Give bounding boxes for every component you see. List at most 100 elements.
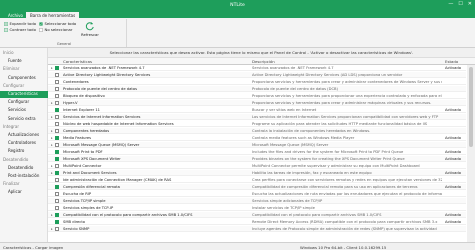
table-row[interactable]: SMB directo Remote Direct Memory Access (… [48, 219, 466, 226]
checkbox-icon[interactable] [55, 185, 59, 189]
feature-description: Includes the files and drivers for the s… [252, 149, 404, 154]
checkbox-icon[interactable] [55, 157, 59, 161]
sidebar-item[interactable]: Registro [0, 148, 48, 155]
expand-arrow-icon[interactable]: ▸ [51, 101, 53, 105]
sidebar-item[interactable]: Controladores [0, 140, 48, 147]
feature-name: Compatibilidad con el protocolo para com… [63, 212, 193, 217]
checkbox-icon[interactable] [55, 220, 59, 224]
sidebar-item[interactable]: Post-instalación [0, 173, 48, 180]
checkbox-icon[interactable] [55, 164, 59, 168]
table-row[interactable]: Núcleo de web hospedable de Internet Inf… [48, 121, 466, 128]
collapse-all-button[interactable]: Contraer todo [4, 27, 36, 32]
checkbox-icon[interactable] [55, 192, 59, 196]
table-row[interactable]: ▸ Hyper-V Proporciona servicios y herramie… [48, 100, 466, 107]
checkbox-icon[interactable] [55, 136, 59, 140]
select-none-button[interactable]: No seleccionar [39, 27, 72, 32]
expand-arrow-icon[interactable]: ▸ [51, 115, 53, 119]
checkbox-icon[interactable] [55, 227, 59, 231]
feature-description: Controla la instalación de componentes h… [252, 128, 371, 133]
table-row[interactable]: Servicios TCP/IP simple Servicios simple … [48, 198, 466, 205]
table-row[interactable]: ▸ Print and Document Services Habilita las… [48, 170, 466, 177]
expand-arrow-icon[interactable]: ▸ [51, 164, 53, 168]
checkbox-icon[interactable] [55, 108, 59, 112]
checkbox-icon[interactable] [55, 199, 59, 203]
sidebar-item[interactable]: Servicio extra [0, 116, 48, 123]
table-row[interactable]: Microsoft XPS Document Writer Provides bi… [48, 156, 466, 163]
sidebar-item[interactable]: Fuente [0, 58, 48, 65]
table-row[interactable]: ▸ MultiPoint Connector MultiPoint Connecto… [48, 163, 466, 170]
feature-status: Activado [445, 107, 461, 112]
expand-arrow-icon[interactable]: ▸ [51, 66, 53, 70]
table-row[interactable]: ▸ Media Features Controla media features s… [48, 135, 466, 142]
table-row[interactable]: Internet Explorer 11 Buscar y ver sitios … [48, 107, 466, 114]
checkbox-icon[interactable] [55, 101, 59, 105]
maximize-button[interactable]: ☐ [458, 2, 462, 7]
expand-arrow-icon[interactable]: ▸ [51, 171, 53, 175]
table-row[interactable]: ▸ Componentes heredados Controla la instal… [48, 128, 466, 135]
expand-all-button[interactable]: Expandir todo [4, 21, 36, 26]
table-row[interactable]: ▸ Servicios avanzados de .NET Framework 4… [48, 65, 466, 72]
checkbox-icon[interactable] [55, 122, 59, 126]
feature-name: Print and Document Services [63, 170, 117, 175]
checkbox-icon[interactable] [55, 150, 59, 154]
table-row[interactable]: Servicios simples de TCP-IP Instalar serv… [48, 205, 466, 212]
column-header-status[interactable]: Estado [445, 59, 458, 64]
sidebar-item[interactable]: Desatendido [0, 165, 48, 172]
collapse-all-icon [4, 27, 8, 32]
minimize-button[interactable]: — [448, 2, 453, 7]
checkbox-icon[interactable] [55, 171, 59, 175]
table-row[interactable]: Contenedores Proporciona servicios y herr… [48, 79, 466, 86]
feature-description: Instalar servicios de TCP/IP simple [252, 205, 315, 210]
feature-name: Servicios TCP/IP simple [63, 198, 106, 203]
sidebar-item[interactable]: Características [0, 91, 48, 98]
ribbon-tabs: Archivo Barra de herramientas [0, 10, 475, 18]
table-row[interactable]: ▸ Microsoft Message Queue (MSMQ) Server Mi… [48, 142, 466, 149]
checkbox-icon[interactable] [55, 80, 59, 84]
table-row[interactable]: Compresión diferencial remota Compatibili… [48, 184, 466, 191]
scrollbar-thumb[interactable] [469, 67, 473, 147]
checkbox-icon[interactable] [55, 143, 59, 147]
table-row[interactable]: Protocolo de puente del centro de datos P… [48, 86, 466, 93]
close-button[interactable]: ✕ [468, 2, 472, 7]
table-row[interactable]: ▸ Servicio SNMP Incluye agentes de Protoco… [48, 226, 466, 233]
expand-arrow-icon[interactable]: ▸ [51, 143, 53, 147]
table-row[interactable]: ▸ Servicios de Internet Information Servi… [48, 114, 466, 121]
table-row[interactable]: Active Directory Lightweight Directory S… [48, 72, 466, 79]
select-all-icon [39, 21, 43, 26]
feature-name: Servicio SNMP [63, 226, 90, 231]
feature-status: Activado [445, 170, 461, 175]
select-all-button[interactable]: Seleccionar todo [39, 21, 76, 26]
column-header-description[interactable]: Descripción [252, 59, 275, 64]
vertical-scrollbar[interactable] [467, 65, 475, 242]
checkbox-icon[interactable] [55, 115, 59, 119]
table-row[interactable]: Escucha de RIP Escucha las actualizacione… [48, 191, 466, 198]
expand-arrow-icon[interactable]: ▸ [51, 227, 53, 231]
expand-arrow-icon[interactable]: ▸ [51, 129, 53, 133]
checkbox-icon[interactable] [55, 213, 59, 217]
column-header-name[interactable]: Características [63, 59, 92, 64]
table-row[interactable]: Microsoft Print to PDF Includes the files… [48, 149, 466, 156]
feature-name: MultiPoint Connector [63, 163, 102, 168]
table-row[interactable]: Bloqueo de dispositivo Proporciona servic… [48, 93, 466, 100]
feature-description: Buscar y ver sitios web en Internet [252, 107, 317, 112]
sidebar-item[interactable]: Actualizaciones [0, 132, 48, 139]
checkbox-icon[interactable] [55, 129, 59, 133]
sidebar-item[interactable]: Componentes [0, 75, 48, 82]
expand-arrow-icon[interactable]: ▸ [51, 136, 53, 140]
checkbox-icon[interactable] [55, 178, 59, 182]
table-row[interactable]: Ide administración de Connection Manager… [48, 177, 466, 184]
feature-description: Compatibilidad con el protocolo para com… [252, 212, 382, 217]
checkbox-icon[interactable] [55, 206, 59, 210]
features-grid: Características Descripción Estado ▸ Serv… [48, 58, 475, 242]
expand-arrow-icon[interactable]: ▸ [51, 213, 53, 217]
sidebar-item[interactable]: Servicios [0, 107, 48, 114]
sidebar-section-header: Desatendido [3, 156, 29, 162]
table-row[interactable]: ▸ Compatibilidad con el protocolo para co… [48, 212, 466, 219]
sidebar-item[interactable]: Configurar [0, 99, 48, 106]
checkbox-icon[interactable] [55, 94, 59, 98]
checkbox-icon[interactable] [55, 66, 59, 70]
checkbox-icon[interactable] [55, 87, 59, 91]
checkbox-icon[interactable] [55, 73, 59, 77]
sidebar-item[interactable]: Aplicar [0, 189, 48, 196]
refresh-button[interactable]: Refrescar [79, 21, 101, 37]
